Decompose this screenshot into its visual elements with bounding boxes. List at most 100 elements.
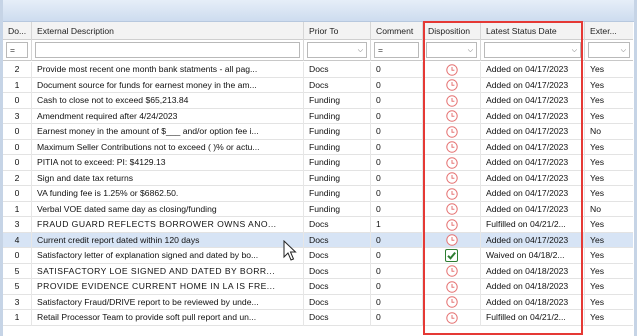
- clock-icon[interactable]: [445, 94, 458, 107]
- table-row[interactable]: 3 FRAUD GUARD REFLECTS BORROWER OWNS ANO.…: [3, 217, 633, 233]
- disposition-cell: [423, 263, 481, 279]
- status-date-cell: Added on 04/17/2023: [481, 62, 585, 78]
- clock-icon[interactable]: [445, 218, 458, 231]
- clock-icon[interactable]: [445, 187, 458, 200]
- comment-cell: 0: [371, 186, 423, 202]
- table-row[interactable]: 2 Sign and date tax returns Funding 0 Added …: [3, 170, 633, 186]
- external-cell: Yes: [590, 250, 605, 260]
- table-row[interactable]: 3 Satisfactory Fraud/DRIVE report to be r…: [3, 294, 633, 310]
- doc-count-cell: 2: [3, 62, 32, 78]
- column-header-external[interactable]: Exter...: [585, 22, 633, 40]
- window-title-bar: [0, 0, 637, 22]
- comment-cell: 0: [371, 232, 423, 248]
- column-header-disposition[interactable]: Disposition: [423, 22, 481, 40]
- description-cell: Satisfactory Fraud/DRIVE report to be re…: [32, 294, 304, 310]
- description-cell: SATISFACTORY LOE SIGNED AND DATED BY BOR…: [32, 263, 304, 279]
- prior-to-cell: Docs: [304, 263, 371, 279]
- check-icon[interactable]: [445, 249, 458, 262]
- clock-icon[interactable]: [445, 296, 458, 308]
- doc-count-cell: 1: [3, 310, 32, 326]
- external-cell: Yes: [590, 141, 605, 152]
- comment-cell: 0: [371, 124, 423, 140]
- table-row[interactable]: 0 Maximum Seller Contributions not to exc…: [3, 139, 633, 155]
- prior-to-cell: Docs: [304, 248, 371, 264]
- filter-cell-disposition: ⌵: [423, 40, 481, 61]
- description-cell: PROVIDE EVIDENCE CURRENT HOME IN LA IS F…: [32, 279, 304, 295]
- comment-cell: 0: [371, 170, 423, 186]
- clock-icon[interactable]: [445, 234, 458, 246]
- prior-to-filter-select[interactable]: ⌵: [307, 42, 367, 58]
- clock-icon[interactable]: [445, 141, 458, 153]
- column-header-prior-to[interactable]: Prior To: [304, 22, 371, 40]
- column-header-doc-count[interactable]: Do...: [3, 22, 32, 40]
- table-row[interactable]: 5 SATISFACTORY LOE SIGNED AND DATED BY BO…: [3, 263, 633, 279]
- comment-cell: 0: [371, 201, 423, 217]
- table-row[interactable]: 5 PROVIDE EVIDENCE CURRENT HOME IN LA IS …: [3, 279, 633, 295]
- table-row[interactable]: 3 Amendment required after 4/24/2023 Fundi…: [3, 108, 633, 124]
- table-row[interactable]: 4 Current credit report dated within 120 …: [3, 232, 633, 248]
- table-row[interactable]: 0 Satisfactory letter of explanation sign…: [3, 248, 633, 264]
- clock-icon[interactable]: [445, 172, 458, 184]
- table-row[interactable]: 1 Document source for funds for earnest m…: [3, 77, 633, 93]
- doc-count-cell: 0: [3, 139, 32, 155]
- external-cell: Yes: [590, 64, 605, 74]
- external-filter-select[interactable]: ⌵: [588, 42, 630, 58]
- column-header-latest-status-date[interactable]: Latest Status Date: [481, 22, 585, 40]
- status-date-cell: Added on 04/17/2023: [481, 232, 585, 248]
- status-date-cell: Added on 04/18/2023: [481, 263, 585, 279]
- doc-filter-input[interactable]: =: [6, 42, 28, 58]
- comment-cell: 0: [371, 248, 423, 264]
- table-row[interactable]: 0 PITIA not to exceed: PI: $4129.13 Fundin…: [3, 155, 633, 171]
- filter-cell-description: [32, 40, 304, 61]
- clock-icon[interactable]: [445, 110, 458, 122]
- description-cell: Verbal VOE dated same day as closing/fun…: [32, 201, 304, 217]
- comment-cell: 0: [371, 77, 423, 93]
- clock-icon[interactable]: [445, 265, 458, 277]
- clock-icon[interactable]: [445, 203, 458, 215]
- prior-to-cell: Funding: [304, 139, 371, 155]
- table-row[interactable]: 0 VA funding fee is 1.25% or $6862.50. Fun…: [3, 186, 633, 202]
- prior-to-cell: Funding: [304, 124, 371, 140]
- clock-icon[interactable]: [445, 156, 458, 169]
- table-row[interactable]: 0 Cash to close not to exceed $65,213.84 F…: [3, 93, 633, 109]
- clock-icon[interactable]: [445, 125, 458, 138]
- clock-icon[interactable]: [445, 311, 458, 324]
- filter-cell-external: ⌵: [585, 40, 633, 61]
- clock-icon[interactable]: [445, 63, 458, 76]
- description-filter-input[interactable]: [35, 42, 300, 58]
- external-cell: Yes: [590, 219, 605, 229]
- table-row[interactable]: 0 Earnest money in the amount of $___ and…: [3, 124, 633, 140]
- comment-filter-input[interactable]: =: [374, 42, 419, 58]
- clock-icon[interactable]: [445, 79, 458, 91]
- external-cell: Yes: [590, 172, 605, 183]
- table-row[interactable]: 1 Verbal VOE dated same day as closing/fu…: [3, 201, 633, 217]
- comment-cell: 0: [371, 62, 423, 78]
- filter-cell-comment: =: [371, 40, 423, 61]
- disposition-filter-select[interactable]: ⌵: [426, 42, 477, 58]
- comment-filter-operator: =: [378, 45, 383, 55]
- column-header-comment[interactable]: Comment: [371, 22, 423, 40]
- disposition-cell: [423, 186, 481, 202]
- description-cell: Document source for funds for earnest mo…: [32, 77, 304, 93]
- status-date-cell: Added on 04/17/2023: [481, 108, 585, 124]
- doc-count-cell: 3: [3, 294, 32, 310]
- grid-header-row: Do... External Description Prior To Comm…: [3, 22, 633, 40]
- external-cell: No: [590, 203, 601, 214]
- prior-to-cell: Funding: [304, 170, 371, 186]
- doc-count-cell: 0: [3, 124, 32, 140]
- doc-count-cell: 3: [3, 217, 32, 233]
- table-row[interactable]: 2 Provide most recent one month bank stat…: [3, 62, 633, 78]
- disposition-cell: [423, 279, 481, 295]
- clock-icon[interactable]: [445, 280, 458, 293]
- description-cell: Maximum Seller Contributions not to exce…: [32, 139, 304, 155]
- description-cell: VA funding fee is 1.25% or $6862.50.: [32, 186, 304, 202]
- table-row[interactable]: 1 Retail Processor Team to provide soft p…: [3, 310, 633, 326]
- chevron-down-icon: ⌵: [620, 47, 626, 54]
- column-header-external-description[interactable]: External Description: [32, 22, 304, 40]
- comment-cell: 0: [371, 279, 423, 295]
- status-date-filter-select[interactable]: ⌵: [484, 42, 581, 58]
- external-cell: No: [590, 126, 601, 136]
- comment-cell: 0: [371, 108, 423, 124]
- disposition-cell: [423, 294, 481, 310]
- prior-to-cell: Docs: [304, 310, 371, 326]
